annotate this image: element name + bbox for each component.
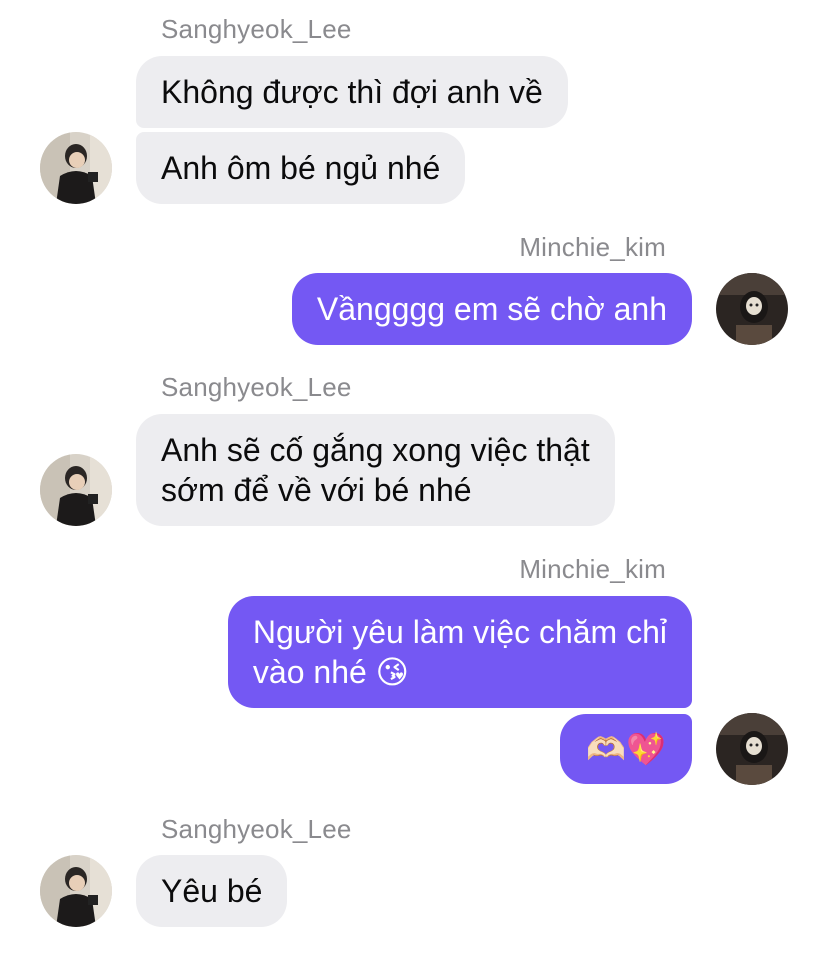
sender-name: Sanghyeok_Lee [161, 372, 352, 402]
avatar-photo-icon [716, 273, 788, 345]
sender-name: Sanghyeok_Lee [161, 14, 352, 44]
sender-avatar[interactable] [716, 273, 788, 345]
message-bubble-outgoing[interactable]: Vầngggg em sẽ chờ anh [291, 273, 692, 345]
avatar-photo-icon [40, 454, 112, 526]
avatar-photo-icon [716, 713, 788, 785]
sender-name: Minchie_kim [519, 554, 666, 584]
message-bubble-outgoing[interactable]: Người yêu làm việc chăm chỉ vào nhé 😘 [227, 596, 692, 708]
message-bubble-incoming[interactable]: Anh ôm bé ngủ nhé [136, 132, 466, 204]
sender-avatar[interactable] [40, 855, 112, 927]
avatar-photo-icon [40, 855, 112, 927]
sender-avatar[interactable] [716, 713, 788, 785]
avatar-photo-icon [40, 132, 112, 204]
sender-name: Minchie_kim [519, 232, 666, 262]
message-bubble-outgoing[interactable]: 🫶🏻💖 [560, 714, 692, 784]
message-bubble-incoming[interactable]: Anh sẽ cố gắng xong việc thật sớm để về … [136, 414, 615, 526]
message-bubble-incoming[interactable]: Không được thì đợi anh về [136, 56, 568, 128]
sender-name: Sanghyeok_Lee [161, 814, 352, 844]
message-bubble-incoming[interactable]: Yêu bé [136, 855, 288, 927]
sender-avatar[interactable] [40, 132, 112, 204]
sender-avatar[interactable] [40, 454, 112, 526]
